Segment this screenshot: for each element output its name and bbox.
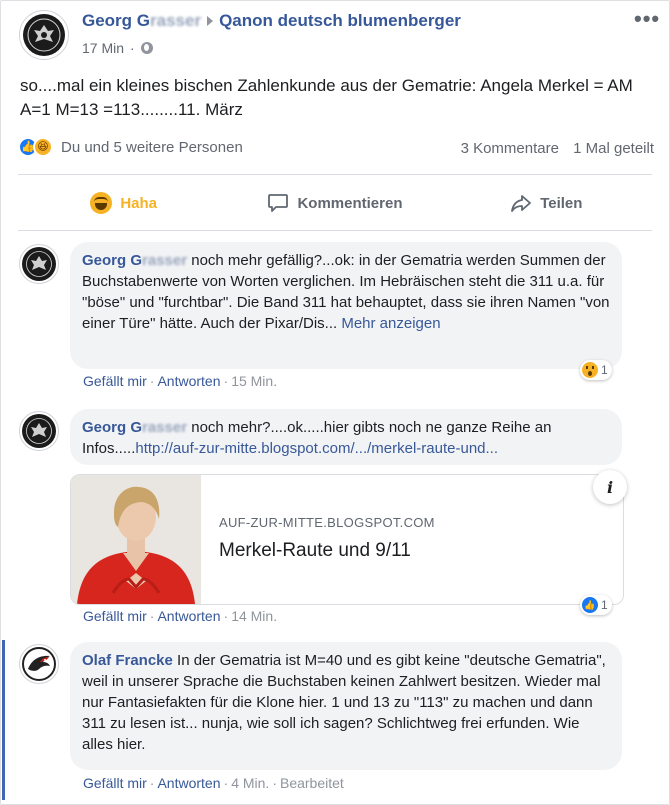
comment-time[interactable]: 14 Min. <box>231 608 277 624</box>
edited-label: Bearbeitet <box>279 775 344 791</box>
wow-icon <box>582 362 598 378</box>
separator: · <box>130 40 135 56</box>
comment-avatar[interactable] <box>19 411 59 451</box>
reply-link[interactable]: Antworten <box>157 775 220 791</box>
shares-count[interactable]: 1 Mal geteilt <box>573 140 654 157</box>
share-button[interactable]: Teilen <box>441 183 652 223</box>
post-author-line: Georg Grasser Qanon deutsch blumenberger <box>82 11 461 31</box>
like-link[interactable]: Gefällt mir <box>83 373 147 389</box>
separator: · <box>223 608 229 624</box>
reactions-text: Du und 5 weitere Personen <box>61 138 243 156</box>
post-counts: 3 Kommentare 1 Mal geteilt <box>461 140 654 157</box>
comment-author[interactable]: Georg Grasser <box>82 419 187 436</box>
link-thumbnail[interactable] <box>71 475 201 604</box>
post-text: so....mal ein kleines bischen Zahlenkund… <box>20 76 633 119</box>
like-link[interactable]: Gefällt mir <box>83 608 147 624</box>
haha-icon <box>90 192 113 214</box>
haha-button[interactable]: Haha <box>18 183 229 223</box>
like-link[interactable]: Gefällt mir <box>83 775 147 791</box>
separator: · <box>272 775 277 791</box>
comment-time[interactable]: 15 Min. <box>231 373 277 389</box>
reaction-summary[interactable]: 👍 😆 Du und 5 weitere Personen <box>18 137 243 157</box>
action-bar: Haha Kommentieren Teilen <box>18 183 652 223</box>
comment-meta: Gefällt mir · Antworten · 14 Min. <box>83 608 277 624</box>
comment-meta: Gefällt mir · Antworten · 4 Min. · Bearbeitet <box>83 775 344 791</box>
comment-meta: Gefällt mir · Antworten · 15 Min. <box>83 373 277 389</box>
comment-bubble: Georg Grasser noch mehr?....ok.....hier … <box>70 409 622 465</box>
card-title[interactable]: Merkel-Raute und 9/11 <box>219 540 435 562</box>
separator: · <box>149 373 155 389</box>
post-time[interactable]: 17 Min <box>82 40 124 56</box>
info-icon[interactable]: i <box>593 470 627 504</box>
society-seal-logo <box>22 247 56 281</box>
comment-reaction-badge[interactable]: 👍 1 <box>580 595 612 615</box>
post-meta: 17 Min · <box>82 40 153 56</box>
comment-time[interactable]: 4 Min. <box>231 775 269 791</box>
society-seal-logo <box>23 14 65 56</box>
comment-bubble: Olaf Francke In der Gematria ist M=40 un… <box>70 642 622 770</box>
society-seal-logo <box>22 414 56 448</box>
divider <box>18 174 652 175</box>
separator: · <box>223 775 229 791</box>
comment-author[interactable]: Georg Grasser <box>82 252 187 269</box>
comments-count[interactable]: 3 Kommentare <box>461 140 559 157</box>
link-preview-card[interactable]: AUF-ZUR-MITTE.BLOGSPOT.COM Merkel-Raute … <box>70 474 624 605</box>
portrait-image <box>71 475 201 604</box>
globe-icon <box>140 42 153 54</box>
comment-reaction-badge[interactable]: 1 <box>580 360 612 380</box>
post-author[interactable]: Georg Grasser <box>82 11 201 30</box>
reply-link[interactable]: Antworten <box>157 373 220 389</box>
reaction-count: 1 <box>601 363 608 377</box>
comment-link[interactable]: http://auf-zur-mitte.blogspot.com/.../me… <box>135 440 498 457</box>
haha-label: Haha <box>120 194 157 212</box>
separator: · <box>223 373 229 389</box>
comment-avatar[interactable] <box>19 644 59 684</box>
like-icon: 👍 <box>582 597 598 613</box>
see-more-link[interactable]: Mehr anzeigen <box>341 315 440 332</box>
comment-button[interactable]: Kommentieren <box>229 183 440 223</box>
group-name[interactable]: Qanon deutsch blumenberger <box>219 11 461 30</box>
card-domain: AUF-ZUR-MITTE.BLOGSPOT.COM <box>219 515 435 530</box>
separator: · <box>149 608 155 624</box>
reply-link[interactable]: Antworten <box>157 608 220 624</box>
divider <box>18 230 652 231</box>
separator: · <box>149 775 155 791</box>
link-card-text: AUF-ZUR-MITTE.BLOGSPOT.COM Merkel-Raute … <box>219 515 435 562</box>
haha-icon: 😆 <box>33 137 53 157</box>
eagle-icon <box>21 646 57 682</box>
comment-label: Kommentieren <box>297 194 403 212</box>
comment-author[interactable]: Olaf Francke <box>82 652 173 669</box>
author-avatar[interactable] <box>19 10 69 60</box>
comment-bubble: Georg Grasser noch mehr gefällig?...ok: … <box>70 242 622 369</box>
arrow-right-icon <box>207 16 214 27</box>
comment-icon <box>268 194 289 212</box>
share-icon <box>511 195 532 212</box>
more-options-icon[interactable]: ••• <box>634 6 660 32</box>
highlight-bar <box>2 640 5 800</box>
share-label: Teilen <box>540 194 583 212</box>
comment-avatar[interactable] <box>19 244 59 284</box>
reaction-count: 1 <box>601 598 608 612</box>
